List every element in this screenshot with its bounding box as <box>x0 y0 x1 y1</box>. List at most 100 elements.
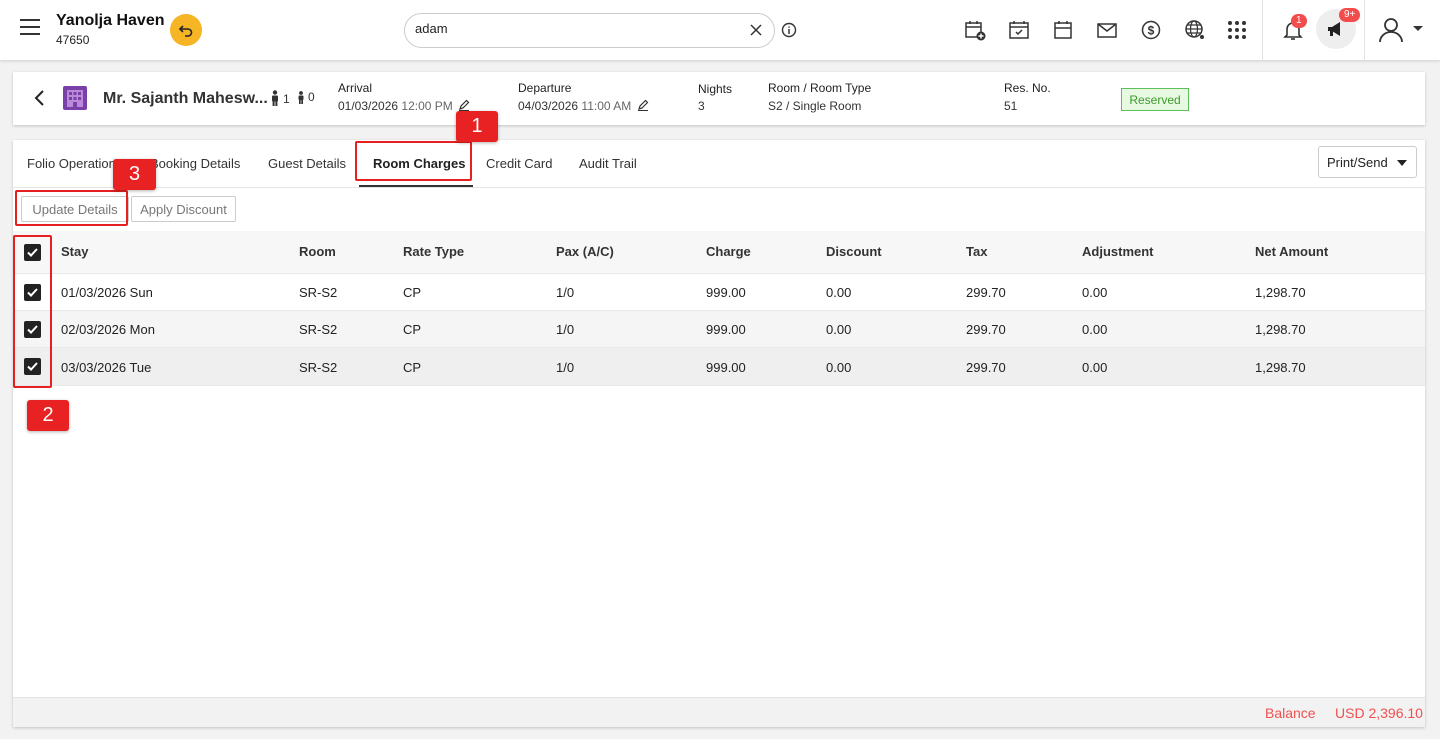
tab-booking-details[interactable]: Booking Details <box>150 156 250 171</box>
adult-icon <box>272 90 278 106</box>
departure-value: 04/03/2026 11:00 AM <box>518 99 649 113</box>
col-rate-type[interactable]: Rate Type <box>403 244 464 259</box>
cell-discount: 0.00 <box>826 360 852 375</box>
table-row[interactable]: 03/03/2026 Tue SR-S2 CP 1/0 999.00 0.00 … <box>13 348 1425 386</box>
cell-pax: 1/0 <box>556 285 575 300</box>
cell-adjustment: 0.00 <box>1082 322 1108 337</box>
reservation-summary: Mr. Sajanth Mahesw... 1 0 Arrival 01/03/… <box>13 72 1425 125</box>
room-value: S2 / Single Room <box>768 99 862 113</box>
user-icon[interactable] <box>1378 17 1404 43</box>
print-send-dropdown[interactable]: Print/Send <box>1318 146 1417 178</box>
mail-icon[interactable] <box>1096 19 1118 41</box>
cell-pax: 1/0 <box>556 322 575 337</box>
arrival-label: Arrival <box>338 81 373 95</box>
active-tab-indicator <box>359 185 473 187</box>
col-discount[interactable]: Discount <box>826 244 882 259</box>
col-net-amount[interactable]: Net Amount <box>1255 244 1328 259</box>
calendar-check-icon[interactable] <box>1008 19 1030 41</box>
divider <box>1262 0 1263 60</box>
departure-label: Departure <box>518 81 572 95</box>
departure-date: 04/03/2026 <box>518 99 579 113</box>
back-arrow-icon[interactable] <box>31 89 49 107</box>
hotel-name: Yanolja Haven <box>56 12 165 29</box>
step-marker-2: 2 <box>27 400 69 431</box>
tab-booking-details-label: Booking Details <box>150 156 241 171</box>
balance-label: Balance <box>1265 705 1316 721</box>
col-tax[interactable]: Tax <box>966 244 987 259</box>
edit-icon[interactable] <box>637 99 649 111</box>
cell-rate-type: CP <box>403 285 422 300</box>
announcement-badge: 9+ <box>1339 8 1361 22</box>
tab-guest-details[interactable]: Guest Details <box>268 156 346 171</box>
step-marker-1: 1 <box>456 111 498 142</box>
cell-room: SR-S2 <box>299 360 338 375</box>
table-row[interactable]: 01/03/2026 Sun SR-S2 CP 1/0 999.00 0.00 … <box>13 274 1425 311</box>
cell-rate-type: CP <box>403 360 422 375</box>
nights-value: 3 <box>698 99 705 113</box>
tab-folio-operations[interactable]: Folio Operations <box>27 156 122 171</box>
cell-tax: 299.70 <box>966 322 1006 337</box>
balance-footer: Balance USD 2,396.10 <box>13 697 1425 727</box>
info-icon[interactable] <box>781 22 797 38</box>
col-charge[interactable]: Charge <box>706 244 751 259</box>
hotel-building-icon <box>63 86 87 110</box>
cell-stay: 03/03/2026 Tue <box>61 360 152 375</box>
cell-stay: 02/03/2026 Mon <box>61 322 155 337</box>
adults-count: 1 <box>269 90 290 106</box>
col-pax[interactable]: Pax (A/C) <box>556 244 614 259</box>
tab-bar: Folio Operations Booking Details Guest D… <box>13 140 1425 188</box>
cell-rate-type: CP <box>403 322 422 337</box>
room-label: Room / Room Type <box>768 81 872 95</box>
search-input[interactable] <box>415 21 735 36</box>
edit-icon[interactable] <box>458 99 470 111</box>
calendar-icon[interactable] <box>1052 19 1074 41</box>
cell-net-amount: 1,298.70 <box>1255 285 1306 300</box>
apps-grid-icon[interactable] <box>1226 19 1248 41</box>
globe-icon[interactable] <box>1184 19 1206 41</box>
child-icon <box>298 91 304 104</box>
cell-net-amount: 1,298.70 <box>1255 322 1306 337</box>
cell-charge: 999.00 <box>706 285 746 300</box>
resno-label: Res. No. <box>1004 81 1051 95</box>
hotel-id: 47650 <box>56 33 90 47</box>
guest-name[interactable]: Mr. Sajanth Mahesw... <box>103 90 268 108</box>
tab-credit-card[interactable]: Credit Card <box>486 156 552 171</box>
cell-room: SR-S2 <box>299 285 338 300</box>
search-box[interactable] <box>404 13 775 48</box>
svg-text:$: $ <box>1148 24 1155 38</box>
nights-label: Nights <box>698 82 733 96</box>
tab-audit-trail[interactable]: Audit Trail <box>579 156 637 171</box>
adults-value: 1 <box>283 92 290 106</box>
highlight-update-details <box>15 190 128 226</box>
clear-icon[interactable] <box>748 22 764 38</box>
arrival-value: 01/03/2026 12:00 PM <box>338 99 470 113</box>
notification-badge: 1 <box>1291 14 1307 28</box>
col-room[interactable]: Room <box>299 244 336 259</box>
cell-adjustment: 0.00 <box>1082 360 1108 375</box>
apply-discount-button[interactable]: Apply Discount <box>131 196 236 222</box>
chevron-down-icon[interactable] <box>1413 26 1423 31</box>
cell-charge: 999.00 <box>706 360 746 375</box>
cell-tax: 299.70 <box>966 285 1006 300</box>
col-adjustment[interactable]: Adjustment <box>1082 244 1154 259</box>
calendar-add-icon[interactable] <box>964 19 986 41</box>
cell-discount: 0.00 <box>826 322 852 337</box>
cell-net-amount: 1,298.70 <box>1255 360 1306 375</box>
dollar-icon[interactable]: $ <box>1140 19 1162 41</box>
undo-icon[interactable] <box>170 14 202 46</box>
children-count: 0 <box>296 90 315 104</box>
balance-value: USD 2,396.10 <box>1335 705 1423 721</box>
arrival-time: 12:00 PM <box>401 99 453 113</box>
cell-stay: 01/03/2026 Sun <box>61 285 153 300</box>
cell-tax: 299.70 <box>966 360 1006 375</box>
cell-discount: 0.00 <box>826 285 852 300</box>
col-stay[interactable]: Stay <box>61 244 88 259</box>
menu-icon[interactable] <box>20 19 40 39</box>
table-row[interactable]: 02/03/2026 Mon SR-S2 CP 1/0 999.00 0.00 … <box>13 311 1425 348</box>
cell-room: SR-S2 <box>299 322 338 337</box>
print-send-label: Print/Send <box>1327 154 1388 170</box>
cell-charge: 999.00 <box>706 322 746 337</box>
room-charges-panel: Folio Operations Booking Details Guest D… <box>13 140 1425 727</box>
top-bar: Yanolja Haven 47650 $ 1 9+ <box>0 0 1440 60</box>
highlight-room-charges-tab <box>355 141 472 181</box>
